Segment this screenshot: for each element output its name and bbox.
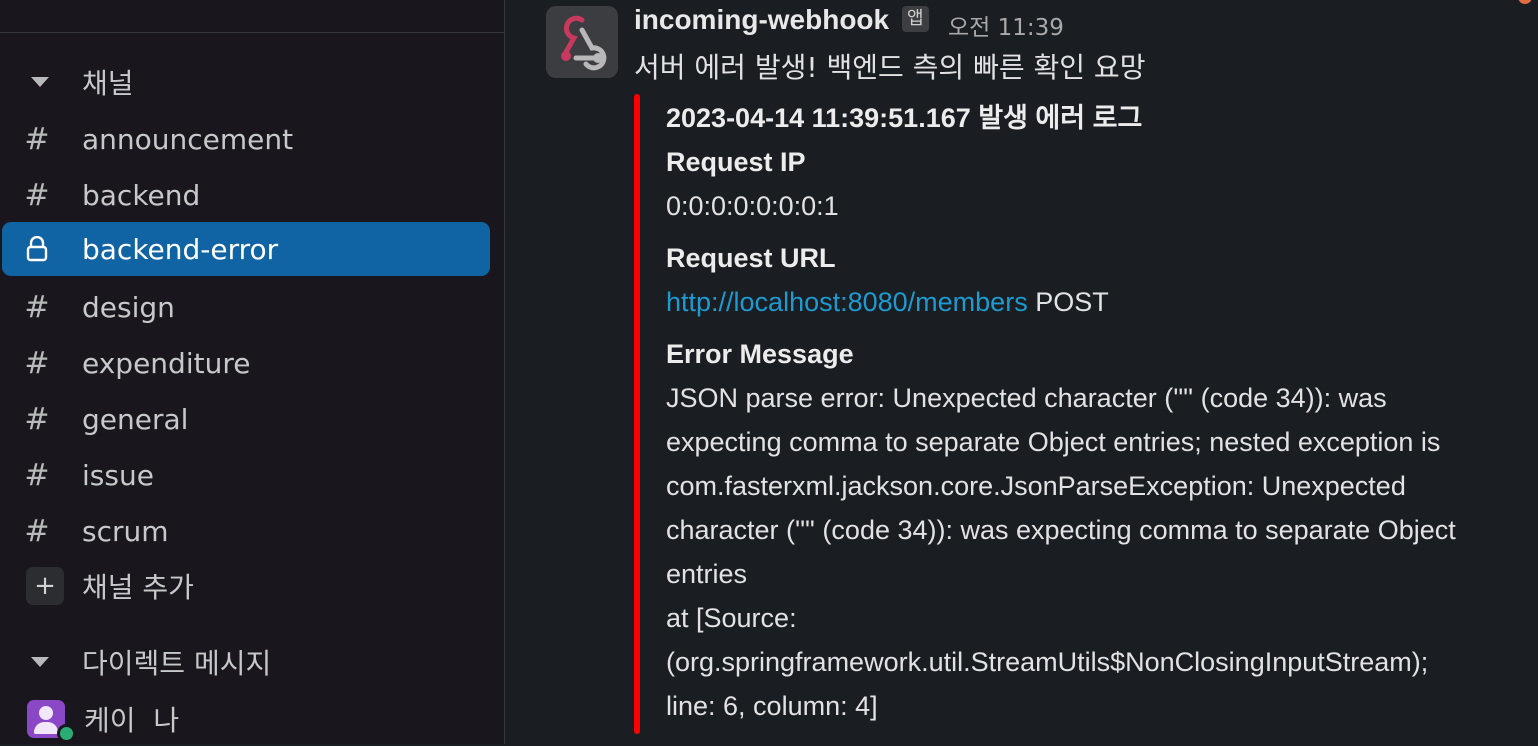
sidebar: 채널 # announcement # backend backend-erro… <box>0 0 505 744</box>
sidebar-item-label: general <box>82 402 189 436</box>
error-message-line: at [Source: <box>666 603 797 633</box>
field-label-request-ip: Request IP <box>666 147 806 177</box>
hash-icon: # <box>24 513 50 549</box>
request-method: POST <box>1035 287 1109 317</box>
error-message-line: line: 6, column: 4] <box>666 691 878 721</box>
sidebar-item-backend[interactable]: # backend <box>2 168 490 222</box>
plus-icon: + <box>26 567 64 605</box>
sidebar-item-label: expenditure <box>82 346 251 380</box>
request-url-link[interactable]: http://localhost:8080/members <box>666 287 1028 317</box>
sidebar-item-scrum[interactable]: # scrum <box>2 504 490 558</box>
field-value-request-ip: 0:0:0:0:0:0:0:1 <box>666 191 839 221</box>
sidebar-item-expenditure[interactable]: # expenditure <box>2 336 490 390</box>
channels-section-header[interactable]: 채널 <box>0 57 134 107</box>
hash-icon: # <box>24 345 50 381</box>
sidebar-item-label: scrum <box>82 514 169 548</box>
sidebar-item-announcement[interactable]: # announcement <box>2 112 490 166</box>
dm-section-header[interactable]: 다이렉트 메시지 <box>0 637 271 687</box>
avatar <box>27 700 76 743</box>
hash-icon: # <box>24 401 50 437</box>
hash-icon: # <box>24 457 50 493</box>
sidebar-divider <box>0 32 505 33</box>
app-badge: 앱 <box>902 6 929 32</box>
error-message-line: entries <box>666 559 748 589</box>
message-text: 서버 에러 발생! 백엔드 측의 빠른 확인 요망 <box>634 51 1146 84</box>
webhook-avatar-icon[interactable] <box>546 6 618 78</box>
error-message-line: expecting comma to separate Object entri… <box>666 427 1441 457</box>
presence-online-icon <box>57 724 76 743</box>
sidebar-item-label: design <box>82 290 175 324</box>
caret-down-icon[interactable] <box>0 77 82 87</box>
message-timestamp[interactable]: 오전 11:39 <box>948 8 1064 42</box>
error-message-line: com.fasterxml.jackson.core.JsonParseExce… <box>666 471 1406 501</box>
error-message-line: character ('"' (code 34)): was expecting… <box>666 515 1456 545</box>
caret-down-icon[interactable] <box>0 657 82 667</box>
error-message-line: (org.springframework.util.StreamUtils$No… <box>666 647 1429 677</box>
sidebar-item-label: issue <box>82 458 154 492</box>
hash-icon: # <box>24 289 50 325</box>
attachment-title: 2023-04-14 11:39:51.167 발생 에러 로그 <box>666 103 1143 133</box>
sidebar-item-general[interactable]: # general <box>2 392 490 446</box>
sidebar-item-issue[interactable]: # issue <box>2 448 490 502</box>
sidebar-item-label: backend-error <box>82 232 279 266</box>
error-message-line: JSON parse error: Unexpected character (… <box>666 383 1387 413</box>
add-channel-label: 채널 추가 <box>82 571 194 604</box>
sidebar-item-label: backend <box>82 178 201 212</box>
sidebar-item-backend-error[interactable]: backend-error <box>2 222 490 276</box>
lock-icon <box>2 236 82 262</box>
channels-section-label: 채널 <box>82 67 134 100</box>
dm-item-label: 케이 나 <box>84 704 180 737</box>
add-channel-button[interactable]: + 채널 추가 <box>2 559 490 613</box>
message-author[interactable]: incoming-webhook <box>634 4 889 36</box>
sidebar-item-label: announcement <box>82 122 294 156</box>
notification-dot-icon <box>1518 0 1532 4</box>
dm-item-self[interactable]: 케이 나 <box>2 692 490 746</box>
message-pane: incoming-webhook 앱 오전 11:39 서버 에러 발생! 백엔… <box>506 0 1538 744</box>
hash-icon: # <box>24 121 50 157</box>
attachment: 2023-04-14 11:39:51.167 발생 에러 로그 Request… <box>666 96 1534 728</box>
field-value-request-url: http://localhost:8080/members POST <box>666 280 1534 324</box>
field-label-error-message: Error Message <box>666 339 854 369</box>
dm-section-label: 다이렉트 메시지 <box>82 647 272 680</box>
attachment-color-bar <box>634 94 640 734</box>
hash-icon: # <box>24 177 50 213</box>
sidebar-item-design[interactable]: # design <box>2 280 490 334</box>
field-label-request-url: Request URL <box>666 243 836 273</box>
